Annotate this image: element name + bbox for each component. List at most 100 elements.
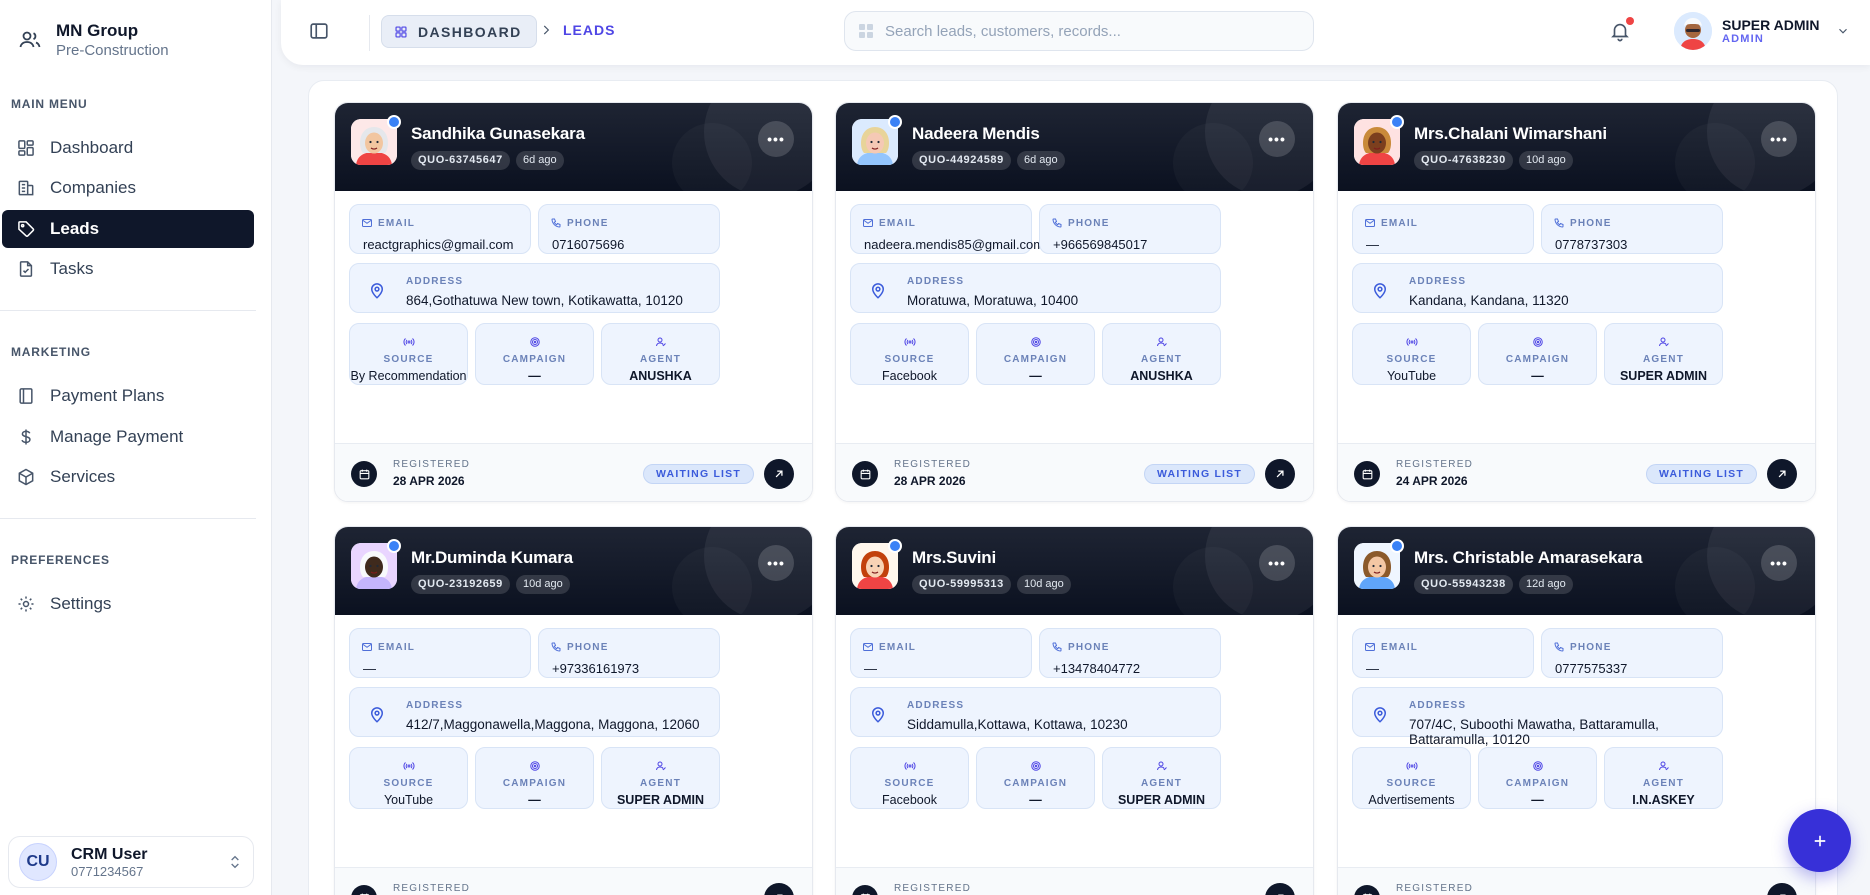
user-check-icon [1156,761,1167,771]
lead-card[interactable]: Sandhika Gunasekara QUO-63745647 6d ago … [334,102,813,502]
notification-dot [1626,17,1634,25]
map-pin-icon [1373,707,1387,723]
section-marketing: MARKETING [11,345,91,359]
breadcrumb-current: LEADS [563,22,616,38]
open-lead-button[interactable] [1767,459,1797,489]
lead-email: reactgraphics@gmail.com [363,237,514,252]
mail-icon [1365,643,1375,651]
more-options-button[interactable]: ••• [758,545,794,581]
registered-label: REGISTERED [894,883,972,894]
phone-label: PHONE [1068,641,1110,653]
search-input[interactable] [885,22,1285,40]
user-menu[interactable]: SUPER ADMIN ADMIN [1674,12,1850,50]
sidebar-item-payment-plans[interactable]: Payment Plans [2,377,254,415]
search-bar[interactable] [844,11,1314,51]
campaign-label: CAMPAIGN [1003,778,1068,789]
lead-source: By Recommendation [350,369,467,383]
open-lead-button[interactable] [764,459,794,489]
lead-address: Kandana, Kandana, 11320 [1409,293,1569,308]
mail-icon [1365,219,1375,227]
time-ago-badge: 6d ago [516,151,564,170]
calendar-icon [351,885,377,895]
sidebar-user-menu[interactable]: CU CRM User 0771234567 [8,836,254,888]
campaign-box: CAMPAIGN — [475,323,594,385]
open-lead-button[interactable] [1265,883,1295,895]
phone-label: PHONE [567,641,609,653]
mail-icon [362,219,372,227]
sidebar-item-services[interactable]: Services [2,458,254,496]
target-icon [529,761,540,771]
map-pin-icon [370,283,384,299]
address-box: ADDRESS Kandana, Kandana, 11320 [1352,263,1723,313]
time-ago-badge: 10d ago [1519,151,1573,170]
more-options-button[interactable]: ••• [1761,121,1797,157]
agent-box: AGENT SUPER ADMIN [1604,323,1723,385]
sidebar-item-dashboard[interactable]: Dashboard [2,129,254,167]
sidebar-item-manage-payment[interactable]: Manage Payment [2,418,254,456]
user-check-icon [655,337,666,347]
lead-agent: I.N.ASKEY [1632,793,1695,807]
lead-agent: ANUSHKA [629,369,692,383]
lead-address: 707/4C, Suboothi Mawatha, Battaramulla, … [1409,717,1659,747]
divider [369,15,370,51]
mail-icon [863,219,873,227]
brand-subtitle: Pre-Construction [56,42,169,59]
broadcast-icon [403,338,414,346]
lead-email: — [1366,237,1379,252]
dashboard-icon [18,140,34,156]
lead-card[interactable]: Mrs.Suvini QUO-59995313 10d ago ••• EMAI… [835,526,1314,895]
box-icon [18,468,34,486]
source-label: SOURCE [1386,778,1437,789]
lead-address: Siddamulla,Kottawa, Kottawa, 10230 [907,717,1128,732]
source-label: SOURCE [383,778,434,789]
lead-card-footer: REGISTERED [836,867,1313,895]
lead-card[interactable]: Nadeera Mendis QUO-44924589 6d ago ••• E… [835,102,1314,502]
address-label: ADDRESS [907,700,965,711]
brand[interactable]: MN Group Pre-Construction [18,20,169,60]
source-label: SOURCE [884,354,935,365]
sidebar-item-settings[interactable]: Settings [2,585,254,623]
more-options-button[interactable]: ••• [1761,545,1797,581]
mail-icon [863,643,873,651]
chevron-down-icon [1838,28,1847,34]
phone-label: PHONE [1570,641,1612,653]
open-lead-button[interactable] [1265,459,1295,489]
lead-address: Moratuwa, Moratuwa, 10400 [907,293,1079,308]
phone-icon [551,642,561,652]
registered-date: 28 APR 2026 [894,474,966,488]
time-ago-badge: 10d ago [516,575,570,594]
lead-email: — [363,661,376,676]
registered-date: 28 APR 2026 [393,474,465,488]
sidebar-item-leads[interactable]: Leads [2,210,254,248]
sidebar-item-companies[interactable]: Companies [2,169,254,207]
status-badge: WAITING LIST [643,464,754,484]
sidebar-toggle-icon[interactable] [308,20,330,42]
sidebar-item-tasks[interactable]: Tasks [2,250,254,288]
email-box: EMAIL — [1352,628,1534,678]
more-options-button[interactable]: ••• [1259,545,1295,581]
registered-label: REGISTERED [393,459,471,470]
lead-card[interactable]: Mr.Duminda Kumara QUO-23192659 10d ago •… [334,526,813,895]
more-options-button[interactable]: ••• [1259,121,1295,157]
breadcrumb-dashboard[interactable]: DASHBOARD [381,15,537,48]
open-lead-button[interactable] [1767,883,1797,895]
arrow-up-right-icon [1780,894,1786,895]
address-box: ADDRESS 707/4C, Suboothi Mawatha, Battar… [1352,687,1723,747]
quotation-id-badge: QUO-55943238 [1414,575,1513,594]
lead-card[interactable]: Mrs. Christable Amarasekara QUO-55943238… [1337,526,1816,895]
add-lead-button[interactable] [1788,809,1851,872]
lead-card-header: Nadeera Mendis QUO-44924589 6d ago ••• [836,103,1313,191]
source-box: SOURCE Facebook [850,747,969,809]
phone-box: PHONE +966569845017 [1039,204,1221,254]
top-user-role: ADMIN [1722,33,1765,45]
open-lead-button[interactable] [764,883,794,895]
agent-box: AGENT ANUSHKA [1102,323,1221,385]
phone-icon [1052,218,1062,228]
calendar-icon [852,461,878,487]
source-box: SOURCE YouTube [349,747,468,809]
phone-icon [1554,642,1564,652]
lead-card[interactable]: Mrs.Chalani Wimarshani QUO-47638230 10d … [1337,102,1816,502]
lead-campaign: — [1029,793,1042,807]
agent-label: AGENT [1643,778,1684,789]
more-options-button[interactable]: ••• [758,121,794,157]
